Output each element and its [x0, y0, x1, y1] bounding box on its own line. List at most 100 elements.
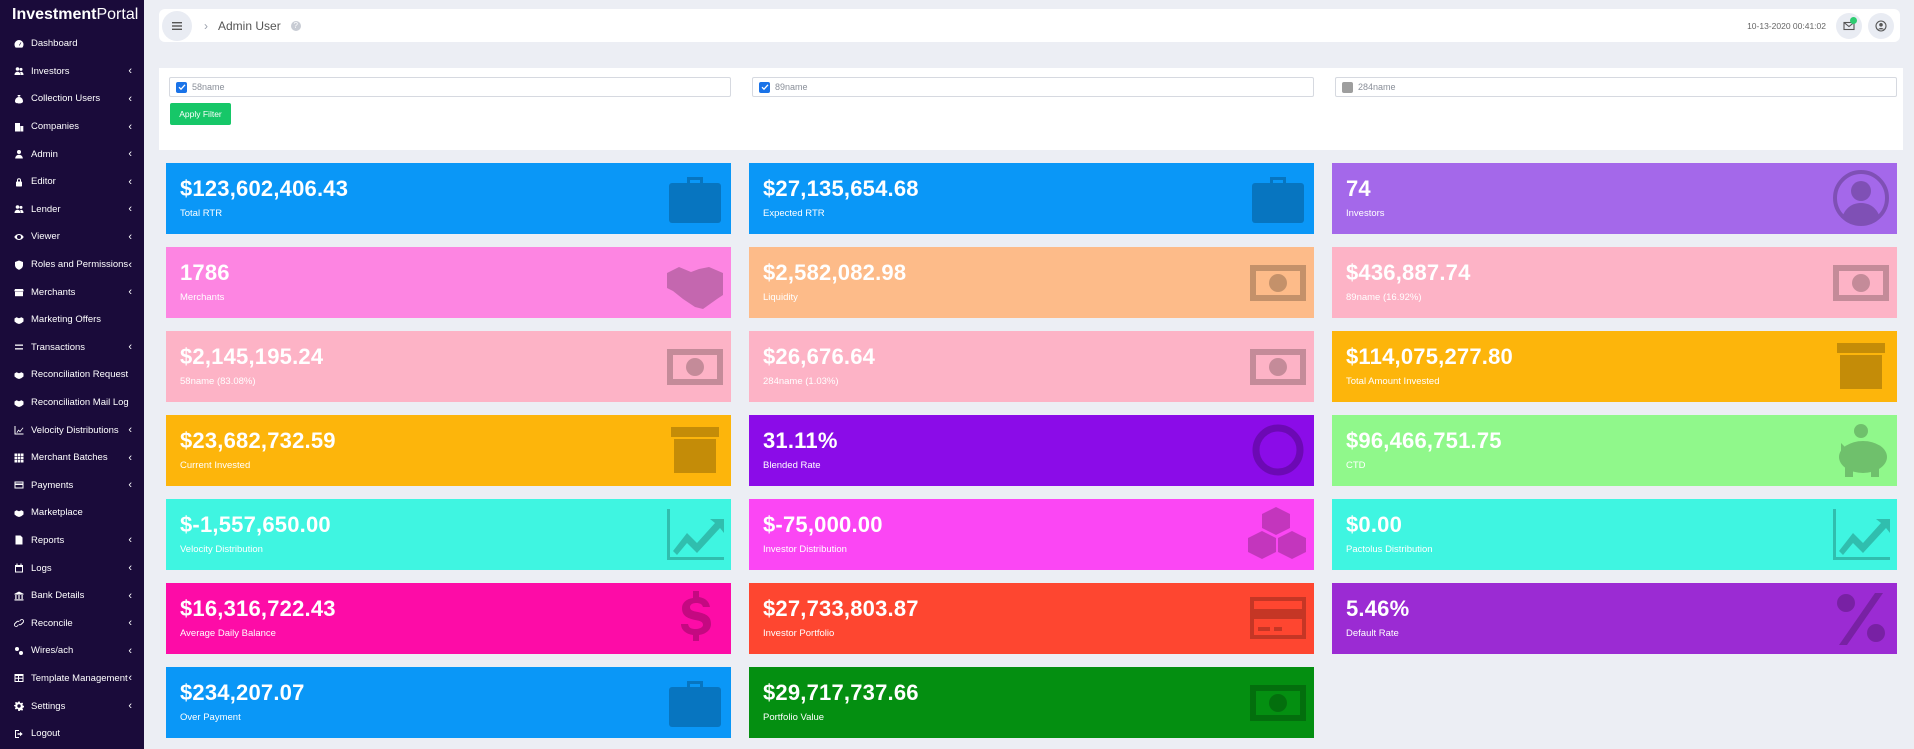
sidebar-item-bank-details[interactable]: Bank Details ‹	[0, 582, 144, 610]
brand-bold: Investment	[12, 6, 97, 23]
stat-card-ctd: $96,466,751.75 CTD	[1332, 415, 1897, 486]
sidebar-item-logout[interactable]: Logout	[0, 720, 144, 748]
money-icon	[1248, 337, 1308, 395]
stat-label: Over Payment	[180, 712, 241, 723]
profile-button[interactable]	[1868, 12, 1894, 39]
chart-icon	[13, 424, 25, 436]
cubes-icon	[1248, 505, 1308, 563]
sidebar-item-label: Wires/ach	[31, 645, 74, 657]
sidebar-item-velocity-distributions[interactable]: Velocity Distributions ‹	[0, 416, 144, 444]
sidebar-item-reconciliation-request[interactable]: Reconciliation Request	[0, 361, 144, 389]
sidebar-item-merchants[interactable]: Merchants ‹	[0, 278, 144, 306]
help-icon[interactable]: ?	[290, 20, 301, 31]
archive-icon	[665, 421, 725, 479]
sidebar-item-companies[interactable]: Companies ‹	[0, 113, 144, 141]
brand-logo[interactable]: InvestmentPortal	[0, 0, 144, 30]
hamburger-icon	[172, 21, 182, 30]
sidebar-item-label: Reconcile	[31, 617, 73, 629]
sidebar-item-payments[interactable]: Payments ‹	[0, 472, 144, 500]
sidebar-item-reconcile[interactable]: Reconcile ‹	[0, 609, 144, 637]
stat-value: $-1,557,650.00	[180, 512, 331, 537]
filter-checkbox-58name[interactable]: 58name	[169, 77, 731, 97]
top-header: › Admin User ? 10-13-2020 00:41:02	[159, 9, 1900, 42]
chevron-left-icon: ‹	[128, 700, 132, 713]
stat-card-investor-portfolio: $27,733,803.87 Investor Portfolio	[749, 583, 1314, 654]
stat-value: $-75,000.00	[763, 512, 883, 537]
sidebar-item-transactions[interactable]: Transactions ‹	[0, 334, 144, 362]
sidebar-item-investors[interactable]: Investors ‹	[0, 58, 144, 86]
sidebar-item-wires-ach[interactable]: Wires/ach ‹	[0, 637, 144, 665]
sidebar-item-editor[interactable]: Editor ‹	[0, 168, 144, 196]
stat-value: $26,676.64	[763, 344, 876, 369]
stat-label: Investors	[1346, 208, 1385, 219]
archive-icon	[1831, 337, 1891, 395]
datetime: 10-13-2020 00:41:02	[1747, 20, 1826, 31]
brand-light: Portal	[96, 6, 139, 23]
stat-value: $16,316,722.43	[180, 596, 336, 621]
stat-label: Average Daily Balance	[180, 628, 276, 639]
chevron-left-icon: ‹	[128, 286, 132, 299]
chevron-left-icon: ‹	[128, 92, 132, 105]
sidebar-item-label: Merchants	[31, 286, 76, 298]
sidebar-item-admin[interactable]: Admin ‹	[0, 140, 144, 168]
menu-toggle-button[interactable]	[162, 10, 192, 41]
stat-label: 58name (83.08%)	[180, 376, 256, 387]
sidebar-item-label: Template Management	[31, 672, 128, 684]
dollar-icon	[665, 589, 725, 647]
sidebar-item-dashboard[interactable]: Dashboard	[0, 30, 144, 58]
stat-label: Merchants	[180, 292, 225, 303]
sidebar-item-label: Admin	[31, 148, 58, 160]
checkbox-checked-icon[interactable]	[176, 81, 187, 93]
stat-card-pactolus-distribution: $0.00 Pactolus Distribution	[1332, 499, 1897, 570]
stat-card-expected-rtr: $27,135,654.68 Expected RTR	[749, 163, 1314, 234]
stat-label: Blended Rate	[763, 460, 821, 471]
store-icon	[13, 286, 25, 298]
eye-icon	[13, 231, 25, 243]
table-icon	[13, 672, 25, 684]
trend-icon	[1831, 505, 1891, 563]
sidebar-item-reconciliation-mail-log[interactable]: Reconciliation Mail Log	[0, 389, 144, 417]
filter-checkbox-284name[interactable]: 284name	[1335, 77, 1897, 97]
briefcase-icon	[1248, 169, 1308, 227]
stat-value: 5.46%	[1346, 596, 1410, 621]
sidebar-item-marketplace[interactable]: Marketplace	[0, 499, 144, 527]
user-circle-icon	[1831, 169, 1891, 227]
sidebar: InvestmentPortal Dashboard Investors ‹ Coll…	[0, 0, 144, 749]
chevron-left-icon: ‹	[128, 617, 132, 630]
sidebar-item-roles-and-permissions[interactable]: Roles and Permissions ‹	[0, 251, 144, 279]
chevron-left-icon: ‹	[128, 534, 132, 547]
checkbox-checked-icon[interactable]	[759, 81, 770, 93]
messages-button[interactable]	[1836, 12, 1862, 39]
sidebar-item-viewer[interactable]: Viewer ‹	[0, 223, 144, 251]
money-bag-icon	[13, 93, 25, 105]
sidebar-item-settings[interactable]: Settings ‹	[0, 692, 144, 720]
handshake-icon	[13, 397, 25, 409]
user-icon	[13, 148, 25, 160]
money-icon	[1248, 253, 1308, 311]
briefcase-icon	[665, 169, 725, 227]
checkbox-unchecked-icon[interactable]	[1342, 81, 1353, 93]
sidebar-item-collection-users[interactable]: Collection Users ‹	[0, 85, 144, 113]
bank-icon	[13, 590, 25, 602]
money-icon	[1831, 253, 1891, 311]
stat-value: $234,207.07	[180, 680, 305, 705]
lock-icon	[13, 176, 25, 188]
sidebar-nav: Dashboard Investors ‹ Collection Users ‹ Comp…	[0, 30, 144, 747]
sidebar-item-label: Reconciliation Request	[31, 369, 129, 381]
filter-label: 58name	[192, 82, 225, 92]
sidebar-item-marketing-offers[interactable]: Marketing Offers	[0, 306, 144, 334]
stat-value: $23,682,732.59	[180, 428, 336, 453]
chevron-left-icon: ‹	[128, 175, 132, 188]
sidebar-item-merchant-batches[interactable]: Merchant Batches ‹	[0, 444, 144, 472]
transfer-icon	[13, 341, 25, 353]
filter-checkbox-89name[interactable]: 89name	[752, 77, 1314, 97]
sidebar-item-lender[interactable]: Lender ‹	[0, 196, 144, 224]
sidebar-item-reports[interactable]: Reports ‹	[0, 527, 144, 555]
chevron-left-icon: ‹	[128, 562, 132, 575]
apply-filter-button[interactable]: Apply Filter	[170, 103, 231, 125]
sidebar-item-logs[interactable]: Logs ‹	[0, 554, 144, 582]
sidebar-item-template-management[interactable]: Template Management ‹	[0, 665, 144, 693]
chevron-left-icon: ‹	[128, 424, 132, 437]
money-icon	[665, 337, 725, 395]
stat-value: 1786	[180, 260, 230, 285]
